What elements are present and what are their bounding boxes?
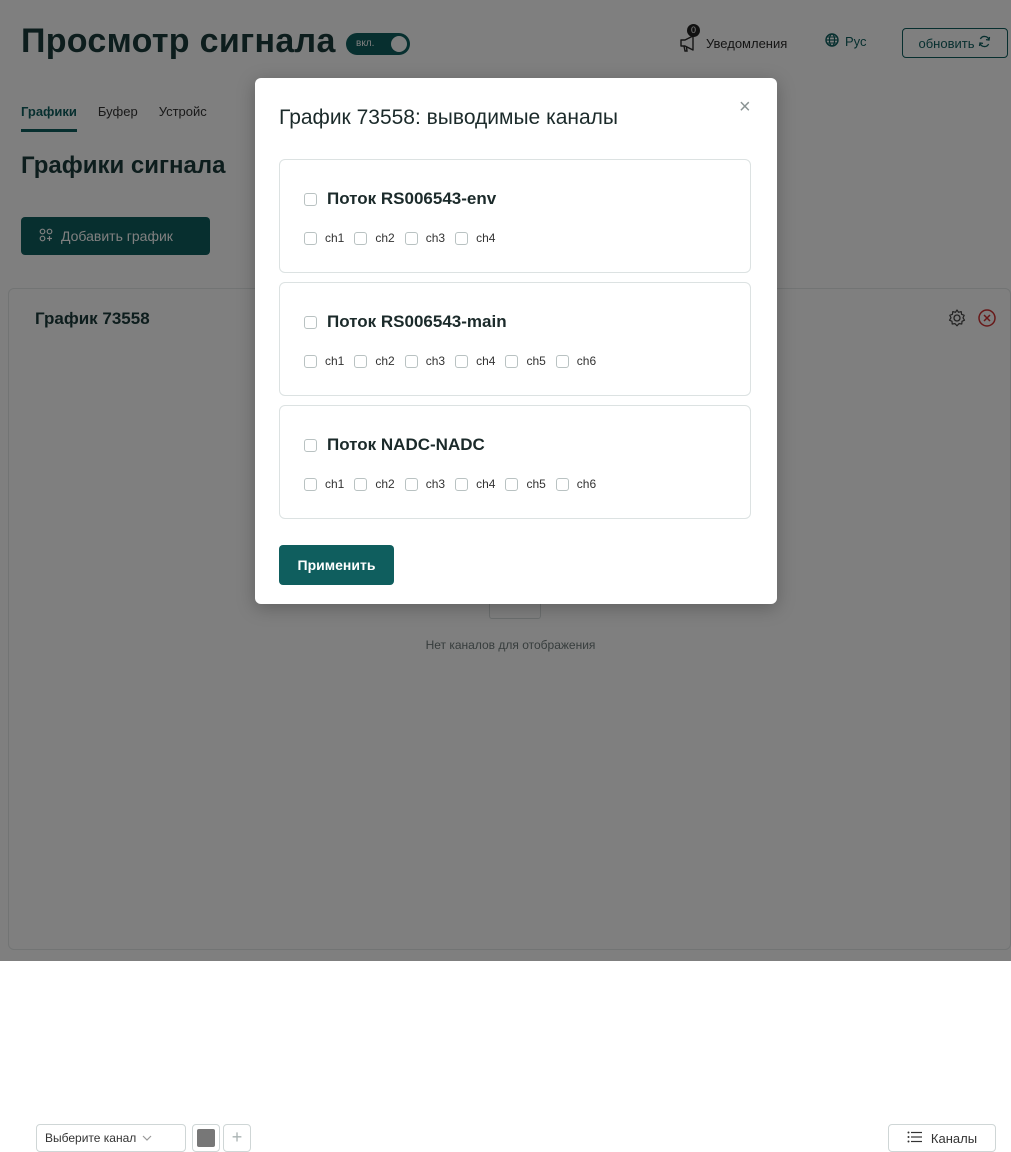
channel-checkbox[interactable] (404, 231, 418, 245)
channel-option[interactable]: ch4 (455, 231, 495, 245)
channel-checkbox[interactable] (354, 354, 368, 368)
channel-option[interactable]: ch1 (304, 231, 344, 245)
plus-icon: + (231, 1127, 243, 1147)
stream-checkbox[interactable] (304, 315, 317, 329)
channels-modal: График 73558: выводимые каналы × Поток R… (255, 78, 777, 604)
channel-label: ch5 (526, 477, 546, 491)
stream-header[interactable]: Поток RS006543-main (304, 312, 507, 332)
channel-option[interactable]: ch6 (555, 477, 597, 491)
channel-checkbox[interactable] (304, 231, 317, 245)
stream-name: Поток NADC-NADC (327, 435, 485, 454)
channel-row: ch1 ch2 ch3 ch4 ch5 ch6 (304, 477, 596, 491)
channel-checkbox[interactable] (555, 354, 569, 368)
channel-label: ch1 (325, 354, 345, 368)
channel-checkbox[interactable] (505, 477, 519, 491)
add-channel-button[interactable]: + (223, 1124, 251, 1152)
channel-option[interactable]: ch1 (304, 477, 344, 491)
channel-label: ch6 (576, 477, 597, 491)
stream-card: Поток RS006543-main ch1 ch2 ch3 ch4 ch5 … (279, 282, 751, 396)
channel-label: ch1 (325, 231, 345, 245)
channel-option[interactable]: ch3 (404, 477, 446, 491)
chevron-down-icon (142, 1131, 152, 1145)
channel-label: ch2 (375, 477, 395, 491)
channel-select-placeholder: Выберите канал (45, 1131, 137, 1145)
channel-label: ch3 (425, 477, 446, 491)
channel-option[interactable]: ch2 (354, 477, 395, 491)
stream-name: Поток RS006543-env (327, 189, 497, 208)
channel-checkbox[interactable] (455, 354, 469, 368)
channel-checkbox[interactable] (404, 477, 418, 491)
channel-label: ch2 (375, 231, 395, 245)
stream-header[interactable]: Поток RS006543-env (304, 189, 496, 209)
channel-checkbox[interactable] (505, 354, 519, 368)
channel-checkbox[interactable] (555, 477, 569, 491)
channels-button[interactable]: Каналы (888, 1124, 996, 1152)
channel-row: ch1 ch2 ch3 ch4 ch5 ch6 (304, 354, 596, 368)
list-icon (907, 1131, 923, 1146)
channel-label: ch3 (425, 231, 446, 245)
stream-name: Поток RS006543-main (327, 312, 507, 331)
modal-title: График 73558: выводимые каналы (279, 106, 619, 129)
channel-checkbox[interactable] (404, 354, 418, 368)
channel-option[interactable]: ch3 (404, 231, 446, 245)
channel-label: ch4 (476, 231, 496, 245)
stream-checkbox[interactable] (304, 192, 317, 206)
app: Просмотр сигнала вкл. 0 Уведомления Рус (0, 0, 1011, 1152)
channel-label: ch6 (576, 354, 597, 368)
channel-row: ch1 ch2 ch3 ch4 (304, 231, 495, 245)
channel-checkbox[interactable] (354, 477, 368, 491)
channel-label: ch2 (375, 354, 395, 368)
channel-option[interactable]: ch1 (304, 354, 344, 368)
channel-option[interactable]: ch4 (455, 354, 495, 368)
color-swatch (197, 1129, 215, 1147)
channel-select[interactable]: Выберите канал (36, 1124, 186, 1152)
stream-checkbox[interactable] (304, 438, 317, 452)
channel-checkbox[interactable] (354, 231, 368, 245)
channel-checkbox[interactable] (304, 477, 317, 491)
close-icon[interactable]: × (739, 96, 751, 119)
channel-checkbox[interactable] (304, 354, 317, 368)
channel-checkbox[interactable] (455, 231, 469, 245)
channel-option[interactable]: ch5 (505, 477, 546, 491)
channel-option[interactable]: ch3 (404, 354, 446, 368)
channel-label: ch5 (526, 354, 546, 368)
channel-option[interactable]: ch6 (555, 354, 597, 368)
channel-option[interactable]: ch2 (354, 354, 395, 368)
channel-option[interactable]: ch4 (455, 477, 495, 491)
channel-option[interactable]: ch5 (505, 354, 546, 368)
channel-label: ch1 (325, 477, 345, 491)
channel-color-picker[interactable] (192, 1124, 220, 1152)
channel-label: ch3 (425, 354, 446, 368)
stream-card: Поток NADC-NADC ch1 ch2 ch3 ch4 ch5 ch6 (279, 405, 751, 519)
channel-option[interactable]: ch2 (354, 231, 395, 245)
channel-label: ch4 (476, 477, 496, 491)
stream-header[interactable]: Поток NADC-NADC (304, 435, 485, 455)
channels-button-label: Каналы (930, 1130, 978, 1146)
channel-label: ch4 (476, 354, 496, 368)
stream-card: Поток RS006543-env ch1 ch2 ch3 ch4 (279, 159, 751, 273)
apply-button[interactable]: Применить (279, 545, 394, 585)
channel-checkbox[interactable] (455, 477, 469, 491)
